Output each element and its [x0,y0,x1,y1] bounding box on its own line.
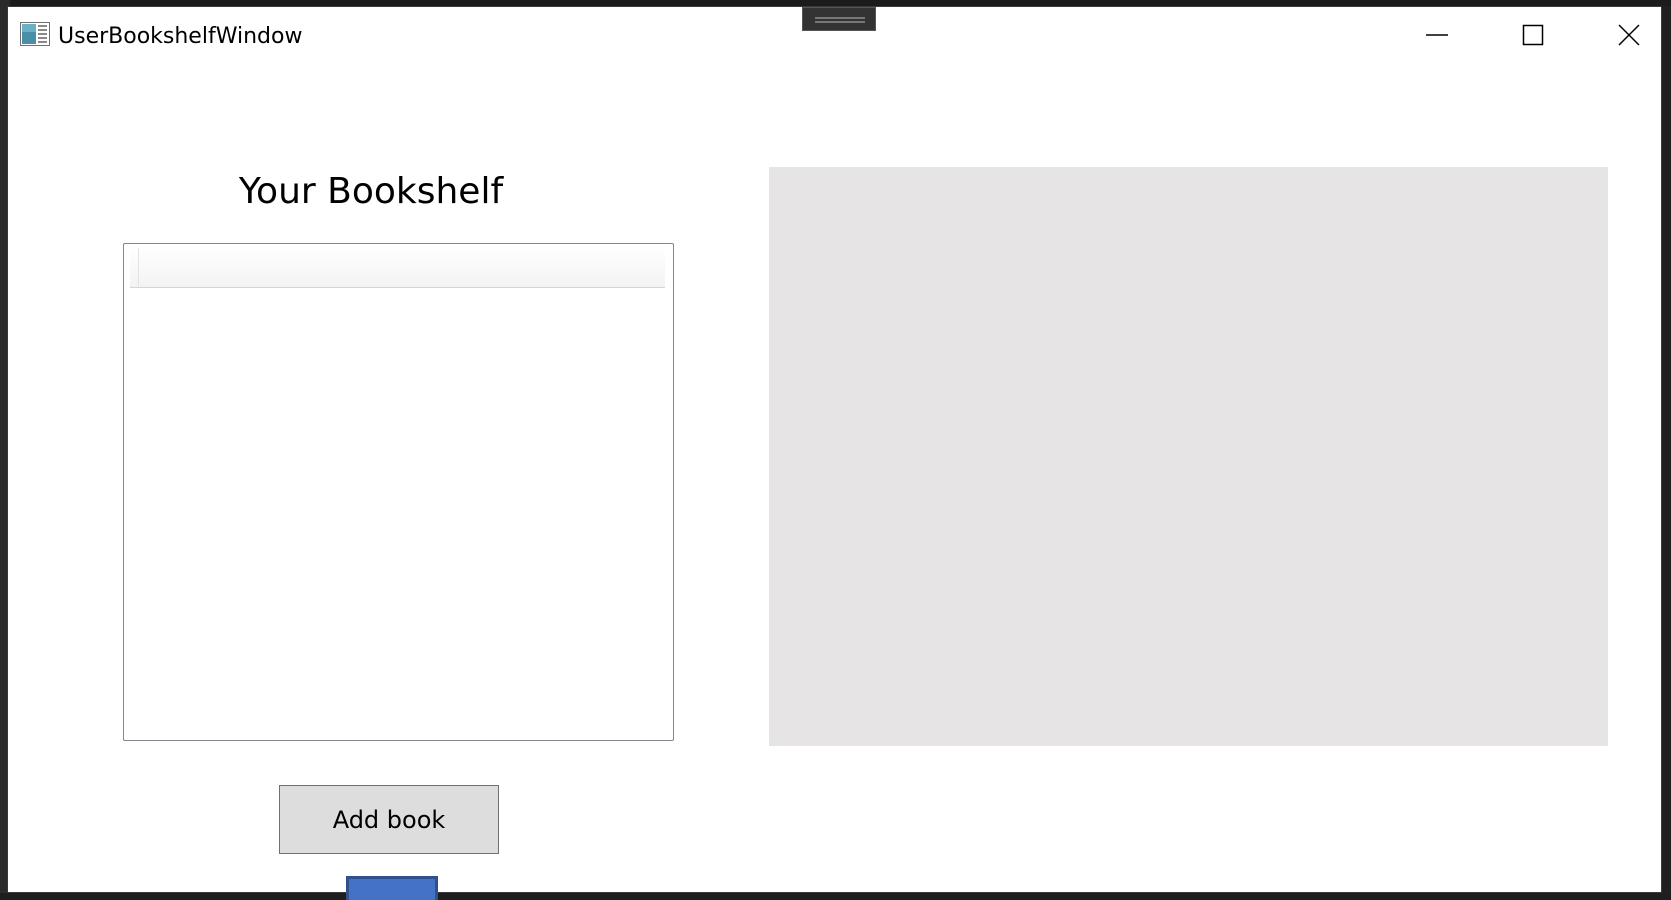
minimize-button[interactable] [1389,7,1485,63]
blue-button[interactable] [346,876,438,900]
drag-handle-icon [815,17,865,23]
user-bookshelf-window: UserBookshelfWindow Your Bookshelf Add b… [7,6,1662,900]
bookshelf-list[interactable] [123,243,674,741]
window-title: UserBookshelfWindow [58,24,303,49]
snap-drag-handle[interactable] [802,7,876,31]
app-icon [20,22,50,46]
column-header-divider[interactable] [138,248,139,286]
list-column-header[interactable] [130,246,665,288]
bookshelf-heading: Your Bookshelf [238,171,504,212]
maximize-icon [1522,24,1544,46]
maximize-button[interactable] [1485,7,1581,63]
minimize-icon [1426,34,1448,36]
add-book-button[interactable]: Add book [279,785,499,854]
close-button[interactable] [1581,7,1671,63]
close-icon [1618,24,1640,46]
book-detail-panel [769,167,1608,746]
title-bar[interactable]: UserBookshelfWindow [8,7,1661,63]
window-content: Your Bookshelf Add book [8,63,1661,900]
